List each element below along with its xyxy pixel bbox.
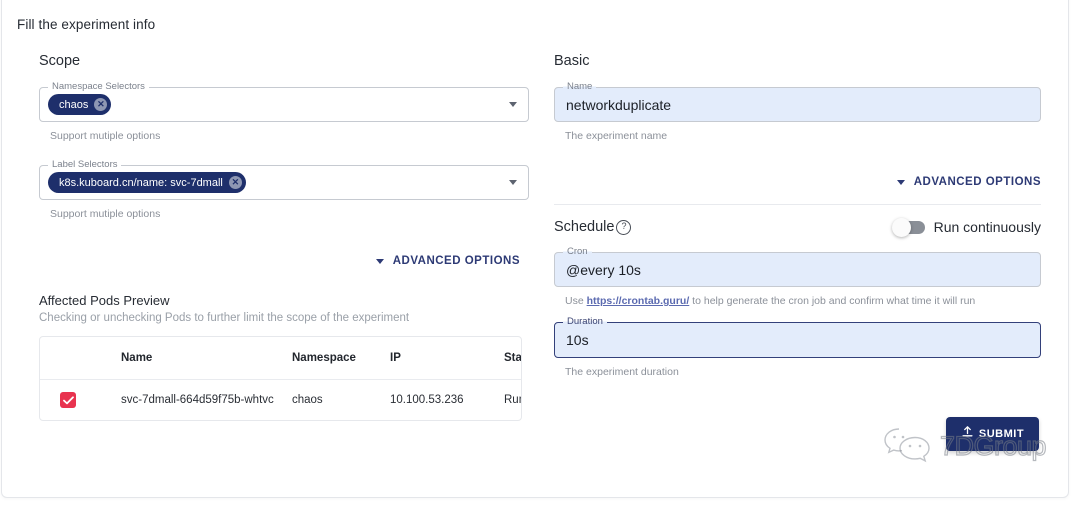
run-continuously-label: Run continuously [934,219,1041,235]
schedule-heading-group: Schedule ? [554,219,631,235]
help-icon[interactable]: ? [616,220,631,235]
duration-field[interactable]: Duration 10s [554,322,1041,358]
page-title: Fill the experiment info [17,17,155,32]
close-icon[interactable]: ✕ [229,176,242,189]
schedule-heading: Schedule [554,219,614,235]
namespace-selectors-helper: Support mutiple options [50,129,529,143]
affected-pods-title: Affected Pods Preview [39,293,529,308]
chevron-down-icon[interactable] [509,102,517,107]
namespace-selectors-field[interactable]: Namespace Selectors chaos ✕ [39,87,529,122]
experiment-name-legend: Name [563,81,596,92]
duration-legend: Duration [563,316,607,327]
scope-advanced-options-label: ADVANCED OPTIONS [393,255,520,267]
cron-input[interactable]: @every 10s [555,253,1040,286]
row-pod-name: svc-7dmall-664d59f75b-whtvc [121,380,292,421]
submit-button-label: SUBMIT [979,428,1024,440]
table-row[interactable]: svc-7dmall-664d59f75b-whtvc chaos 10.100… [40,380,522,421]
upload-icon [961,425,974,443]
section-divider [554,204,1041,205]
cron-legend: Cron [563,246,592,257]
label-selectors-helper: Support mutiple options [50,207,529,221]
wechat-icon [882,423,936,470]
affected-pods-table: Name Namespace IP State svc-7dmall-664d [39,336,522,421]
experiment-name-helper: The experiment name [565,129,1041,143]
cron-field[interactable]: Cron @every 10s [554,252,1041,287]
th-name: Name [121,337,292,380]
cron-helper: Use https://crontab.guru/ to help genera… [565,294,1041,308]
chevron-down-icon [376,259,384,264]
basic-advanced-options-button[interactable]: ADVANCED OPTIONS [554,176,1041,188]
table-header-row: Name Namespace IP State [40,337,522,380]
basic-column: Basic Name networkduplicate The experime… [554,53,1041,379]
affected-pods-subtitle: Checking or unchecking Pods to further l… [39,312,529,324]
run-continuously-toggle[interactable] [893,221,925,234]
chip-label-selector-label: k8s.kuboard.cn/name: svc-7dmall [59,177,223,189]
namespace-selectors-select[interactable]: chaos ✕ [40,88,528,121]
row-state: Running [504,380,522,421]
cron-helper-suffix: to help generate the cron job and confir… [689,295,975,307]
checkbox-icon[interactable] [60,392,76,408]
th-ip: IP [390,337,504,380]
scope-advanced-options-button[interactable]: ADVANCED OPTIONS [39,255,520,267]
th-select [40,337,121,380]
close-icon[interactable]: ✕ [94,98,107,111]
scope-column: Scope Namespace Selectors chaos ✕ Suppor… [39,53,529,421]
basic-advanced-options-label: ADVANCED OPTIONS [914,176,1041,188]
schedule-row: Schedule ? Run continuously [554,219,1041,235]
duration-input[interactable]: 10s [555,323,1040,357]
submit-button[interactable]: SUBMIT [946,417,1039,451]
experiment-form-card: Fill the experiment info Scope Namespace… [1,0,1069,498]
experiment-name-field[interactable]: Name networkduplicate [554,87,1041,122]
chip-namespace[interactable]: chaos ✕ [48,94,111,115]
basic-heading: Basic [554,53,1041,69]
chevron-down-icon[interactable] [509,180,517,185]
row-ip: 10.100.53.236 [390,380,504,421]
namespace-selectors-legend: Namespace Selectors [48,81,149,92]
crontab-guru-link[interactable]: https://crontab.guru/ [587,295,690,307]
toggle-knob [892,218,911,237]
run-continuously-toggle-group[interactable]: Run continuously [893,219,1041,235]
label-selectors-legend: Label Selectors [48,159,121,170]
label-selectors-field[interactable]: Label Selectors k8s.kuboard.cn/name: svc… [39,165,529,200]
experiment-name-input[interactable]: networkduplicate [555,88,1040,121]
chevron-down-icon [897,180,905,185]
th-state: State [504,337,522,380]
chip-namespace-label: chaos [59,99,88,111]
row-namespace: chaos [292,380,390,421]
th-namespace: Namespace [292,337,390,380]
label-selectors-select[interactable]: k8s.kuboard.cn/name: svc-7dmall ✕ [40,166,528,199]
cron-helper-prefix: Use [565,295,587,307]
chip-label-selector[interactable]: k8s.kuboard.cn/name: svc-7dmall ✕ [48,172,246,193]
scope-heading: Scope [39,53,529,69]
row-checkbox-cell[interactable] [40,380,121,421]
duration-helper: The experiment duration [565,365,1041,379]
